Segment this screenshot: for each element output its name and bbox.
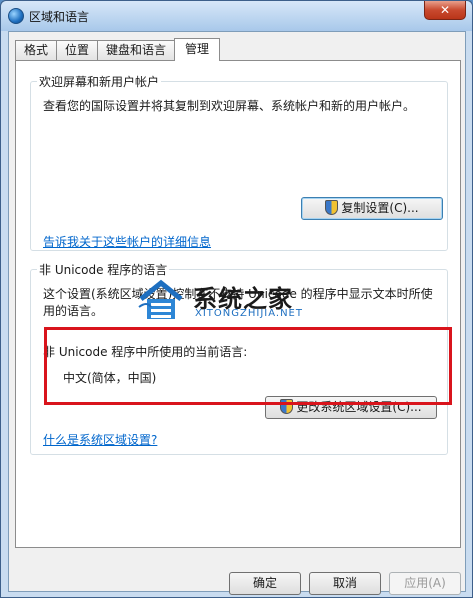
- tab-panel-administrative: 欢迎屏幕和新用户帐户 查看您的国际设置并将其复制到欢迎屏幕、系统帐户和新的用户帐…: [15, 60, 461, 548]
- tab-administrative[interactable]: 管理: [174, 38, 221, 61]
- dialog-client: 格式 位置 键盘和语言 管理 欢迎屏幕和新用户帐户 查看您的国际设置并将其复制到…: [8, 31, 466, 595]
- close-button[interactable]: ✕: [424, 1, 466, 20]
- current-language-value: 中文(简体，中国): [63, 371, 157, 385]
- dialog-window: 区域和语言 ✕ 格式 位置 键盘和语言 管理 欢迎屏幕和新用户帐户 查看您的国际…: [0, 0, 473, 598]
- title-bar[interactable]: 区域和语言 ✕: [1, 1, 472, 31]
- tab-location[interactable]: 位置: [56, 40, 99, 60]
- cancel-button[interactable]: 取消: [309, 572, 381, 595]
- apply-button[interactable]: 应用(A): [389, 572, 461, 595]
- tab-formats[interactable]: 格式: [15, 40, 58, 60]
- change-system-locale-label: 更改系统区域设置(C)...: [296, 400, 422, 414]
- welcome-description: 查看您的国际设置并将其复制到欢迎屏幕、系统帐户和新的用户帐户。: [43, 99, 416, 113]
- group-title: 非 Unicode 程序的语言: [37, 261, 170, 278]
- change-system-locale-button[interactable]: 更改系统区域设置(C)...: [265, 396, 437, 419]
- group-title: 欢迎屏幕和新用户帐户: [37, 73, 162, 90]
- tab-strip: 格式 位置 键盘和语言 管理: [15, 38, 221, 61]
- uac-shield-icon: [325, 200, 339, 215]
- globe-icon: [8, 8, 24, 24]
- non-unicode-group: 非 Unicode 程序的语言 这个设置(系统区域设置)控制在不支持 Unico…: [30, 261, 448, 455]
- non-unicode-description-line1: 这个设置(系统区域设置)控制在不支持 Unicode 的程序中显示文本时所使: [43, 287, 433, 301]
- copy-settings-button[interactable]: 复制设置(C)...: [301, 197, 443, 220]
- uac-shield-icon: [280, 399, 294, 414]
- accounts-info-link[interactable]: 告诉我关于这些帐户的详细信息: [43, 234, 211, 251]
- current-language-label: 非 Unicode 程序中所使用的当前语言:: [43, 345, 248, 359]
- tab-keyboards-languages[interactable]: 键盘和语言: [97, 40, 176, 60]
- window-title: 区域和语言: [29, 10, 90, 24]
- copy-settings-label: 复制设置(C)...: [341, 201, 419, 215]
- welcome-screen-group: 欢迎屏幕和新用户帐户 查看您的国际设置并将其复制到欢迎屏幕、系统帐户和新的用户帐…: [30, 73, 448, 251]
- what-is-system-locale-link[interactable]: 什么是系统区域设置?: [43, 432, 157, 449]
- non-unicode-description-line2: 用的语言。: [43, 304, 104, 318]
- ok-button[interactable]: 确定: [229, 572, 301, 595]
